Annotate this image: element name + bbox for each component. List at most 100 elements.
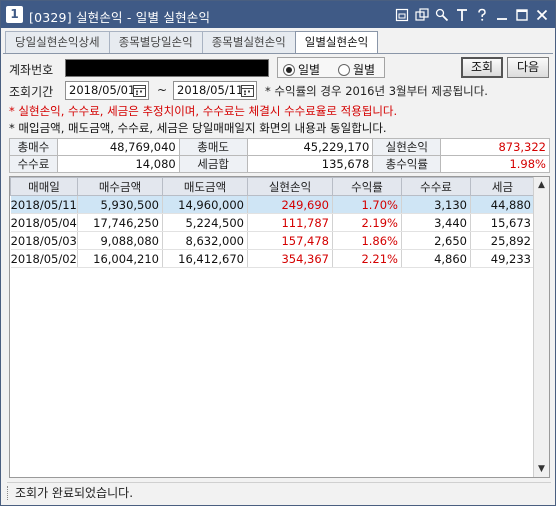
- tax-label: 세금합: [178, 155, 248, 173]
- summary-table: 총매수 48,769,040 총매도 45,229,170 실현손익 873,3…: [9, 138, 550, 173]
- cell-pl: 157,478: [247, 231, 333, 250]
- table-row[interactable]: 2018/05/02 16,004,210 16,412,670 354,367…: [10, 249, 535, 268]
- cell-rate: 2.21%: [332, 249, 402, 268]
- realized-pl-label: 실현손익: [372, 138, 442, 156]
- status-grip-icon: [7, 486, 10, 500]
- table-row[interactable]: 2018/05/04 17,746,250 5,224,500 111,787 …: [10, 213, 535, 232]
- total-buy-label: 총매수: [9, 138, 58, 156]
- total-return-label: 총수익률: [372, 155, 442, 173]
- tax-value: 135,678: [246, 155, 374, 173]
- cell-fee: 3,440: [401, 213, 471, 232]
- start-date-value: 2018/05/01: [69, 83, 136, 97]
- cell-pl: 249,690: [247, 195, 333, 214]
- cell-pl: 354,367: [247, 249, 333, 268]
- cell-sell: 8,632,000: [162, 231, 248, 250]
- cell-sell: 16,412,670: [162, 249, 248, 268]
- cell-tax: 49,233: [470, 249, 535, 268]
- tab-daily-realized-pl[interactable]: 일별실현손익: [294, 31, 379, 54]
- cell-fee: 4,860: [401, 249, 471, 268]
- query-button[interactable]: 조회: [461, 57, 503, 78]
- maximize-icon[interactable]: [515, 8, 529, 22]
- calendar-icon[interactable]: [133, 84, 146, 97]
- col-header-tax[interactable]: 세금: [470, 177, 535, 196]
- tab-stock-today-pl[interactable]: 종목별당일손익: [108, 31, 203, 53]
- radio-daily-label: 일별: [298, 63, 321, 77]
- radio-monthly[interactable]: 월별: [338, 61, 375, 78]
- settings-icon[interactable]: [435, 8, 449, 22]
- cell-date: 2018/05/03: [10, 231, 78, 250]
- col-header-return-rate[interactable]: 수익률: [332, 177, 402, 196]
- cell-date: 2018/05/11: [10, 195, 78, 214]
- screen-number-badge: 1: [6, 6, 23, 23]
- col-header-sell-amount[interactable]: 매도금액: [162, 177, 248, 196]
- realized-pl-value: 873,322: [440, 138, 550, 156]
- table-row[interactable]: 2018/05/03 9,088,080 8,632,000 157,478 1…: [10, 231, 535, 250]
- vertical-scrollbar[interactable]: ▲ ▼: [533, 177, 549, 477]
- cell-date: 2018/05/04: [10, 213, 78, 232]
- status-message: 조회가 완료되었습니다.: [15, 486, 134, 500]
- cell-tax: 15,673: [470, 213, 535, 232]
- cell-buy: 16,004,210: [77, 249, 163, 268]
- radio-daily[interactable]: 일별: [283, 61, 320, 78]
- notice-estimate: * 실현손익, 수수료, 세금은 추정치이며, 수수료는 체결시 수수료율로 적…: [9, 104, 398, 118]
- period-label: 조회기간: [9, 85, 54, 99]
- total-sell-label: 총매도: [178, 138, 248, 156]
- cell-buy: 9,088,080: [77, 231, 163, 250]
- date-range-separator: ~: [157, 83, 168, 97]
- cell-fee: 2,650: [401, 231, 471, 250]
- table-row[interactable]: 2018/05/11 5,930,500 14,960,000 249,690 …: [10, 195, 535, 214]
- cell-rate: 1.86%: [332, 231, 402, 250]
- title-bar[interactable]: 1 [0329] 실현손익 - 일별 실현손익: [1, 1, 555, 28]
- cell-tax: 25,892: [470, 231, 535, 250]
- tab-divider: [3, 53, 553, 54]
- app-window: 1 [0329] 실현손익 - 일별 실현손익 당일실현손익상세 종목별당일손익…: [0, 0, 556, 506]
- close-icon[interactable]: [535, 8, 549, 22]
- total-sell-value: 45,229,170: [246, 138, 374, 156]
- cell-sell: 5,224,500: [162, 213, 248, 232]
- cell-rate: 1.70%: [332, 195, 402, 214]
- account-number-field[interactable]: [65, 59, 269, 77]
- tab-stock-realized-pl[interactable]: 종목별실현손익: [201, 31, 296, 53]
- text-size-icon[interactable]: [455, 8, 469, 22]
- fee-value: 14,080: [56, 155, 180, 173]
- cell-buy: 5,930,500: [77, 195, 163, 214]
- daily-pl-table: 매매일 매수금액 매도금액 실현손익 수익률 수수료 세금 2018/05/11…: [10, 177, 535, 268]
- help-icon[interactable]: [475, 8, 489, 22]
- cell-rate: 2.19%: [332, 213, 402, 232]
- grid-header-row: 매매일 매수금액 매도금액 실현손익 수익률 수수료 세금: [10, 177, 535, 196]
- radio-monthly-dot: [338, 63, 350, 76]
- period-type-radio-group: 일별 월별: [277, 57, 385, 78]
- calendar-icon[interactable]: [241, 84, 254, 97]
- col-header-date[interactable]: 매매일: [10, 177, 78, 196]
- cell-sell: 14,960,000: [162, 195, 248, 214]
- radio-monthly-label: 월별: [353, 63, 376, 77]
- col-header-buy-amount[interactable]: 매수금액: [77, 177, 163, 196]
- cell-fee: 3,130: [401, 195, 471, 214]
- end-date-input[interactable]: 2018/05/11: [173, 81, 257, 100]
- daily-pl-grid[interactable]: 매매일 매수금액 매도금액 실현손익 수익률 수수료 세금 2018/05/11…: [9, 176, 550, 478]
- account-label: 계좌번호: [9, 63, 54, 77]
- cell-pl: 111,787: [247, 213, 333, 232]
- col-header-realized-pl[interactable]: 실현손익: [247, 177, 333, 196]
- scroll-down-icon[interactable]: ▼: [534, 461, 549, 477]
- total-buy-value: 48,769,040: [56, 138, 180, 156]
- cell-date: 2018/05/02: [10, 249, 78, 268]
- cell-tax: 44,880: [470, 195, 535, 214]
- radio-daily-dot: [283, 63, 295, 76]
- start-date-input[interactable]: 2018/05/01: [65, 81, 149, 100]
- end-date-value: 2018/05/11: [177, 83, 244, 97]
- total-return-value: 1.98%: [440, 155, 550, 173]
- window-title: [0329] 실현손익 - 일별 실현손익: [29, 10, 211, 25]
- tab-bar: 당일실현손익상세 종목별당일손익 종목별실현손익 일별실현손익: [5, 31, 379, 54]
- fee-label: 수수료: [9, 155, 58, 173]
- col-header-fee[interactable]: 수수료: [401, 177, 471, 196]
- titlebar-icons: [395, 6, 549, 23]
- scroll-up-icon[interactable]: ▲: [534, 177, 549, 193]
- status-bar: 조회가 완료되었습니다.: [7, 482, 551, 502]
- cell-buy: 17,746,250: [77, 213, 163, 232]
- window-link-icon[interactable]: [395, 8, 409, 22]
- window-copy-icon[interactable]: [415, 7, 429, 22]
- tab-today-realized-detail[interactable]: 당일실현손익상세: [5, 31, 110, 53]
- minimize-icon[interactable]: [495, 8, 509, 22]
- next-button[interactable]: 다음: [507, 57, 549, 78]
